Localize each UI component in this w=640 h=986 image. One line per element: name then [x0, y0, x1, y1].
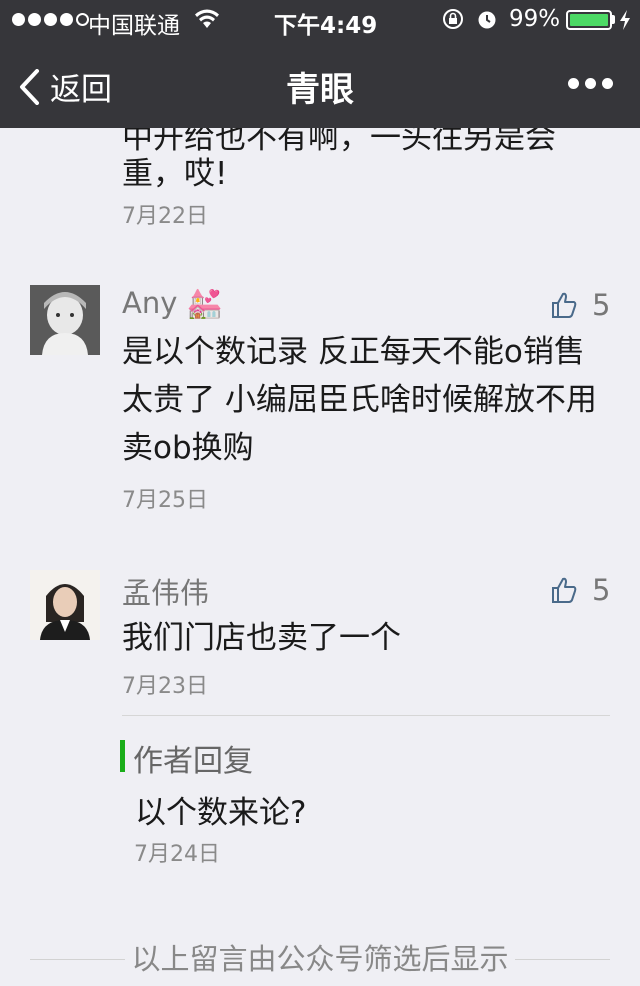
battery-tip	[612, 15, 615, 24]
previous-comment-text: 重，哎!	[122, 156, 228, 192]
more-dot-icon	[568, 78, 579, 89]
comments-list[interactable]: 中开给也不有啊，一头往另是会 重，哎! 7月22日 Any 💒 5 是以个数记录…	[0, 128, 640, 986]
rotation-lock-icon	[443, 9, 463, 29]
charging-icon	[620, 10, 630, 30]
comment-text: 是以个数记录 反正每天不能o销售 太贵了 小编屈臣氏啥时候解放不用卖ob换购	[122, 334, 597, 466]
like-count: 5	[592, 288, 611, 322]
like-button[interactable]: 5	[550, 288, 610, 322]
battery-level	[570, 14, 608, 26]
previous-comment-date: 7月22日	[122, 204, 208, 229]
comment-date: 7月23日	[122, 674, 208, 699]
author-reply-date: 7月24日	[134, 842, 220, 867]
page-title: 青眼	[286, 70, 354, 110]
footer-note: 以上留言由公众号筛选后显示	[0, 936, 640, 978]
comment-author-name: Any 💒	[122, 286, 223, 320]
more-dot-icon	[602, 78, 613, 89]
avatar[interactable]	[30, 285, 100, 355]
like-count: 5	[592, 573, 611, 607]
comment-date: 7月25日	[122, 488, 208, 513]
more-options-button[interactable]	[568, 78, 613, 89]
wifi-icon	[195, 9, 219, 28]
thumbs-up-icon	[552, 292, 577, 318]
top-bar: 中国联通 下午4:49 99% 返回 青眼	[0, 0, 640, 128]
footer-note-text: 以上留言由公众号筛选后显示	[125, 942, 515, 976]
clock-time: 下午4:49	[274, 13, 378, 39]
like-button[interactable]: 5	[550, 573, 610, 607]
battery-icon	[566, 10, 612, 30]
comment-author-name: 孟伟伟	[122, 576, 210, 610]
battery-percent: 99%	[509, 6, 561, 32]
signal-strength-icon	[12, 13, 89, 26]
status-bar: 中国联通 下午4:49 99%	[0, 0, 640, 40]
alarm-icon	[478, 11, 496, 29]
user-avatar-image	[30, 570, 100, 640]
thumbs-up-icon	[552, 577, 577, 603]
reply-accent-bar	[120, 740, 125, 772]
comment-text: 我们门店也卖了一个	[122, 620, 401, 656]
reply-divider	[122, 715, 610, 716]
user-avatar-image	[30, 285, 100, 355]
more-dot-icon	[585, 78, 596, 89]
author-reply-text: 以个数来论?	[135, 795, 307, 831]
carrier-name: 中国联通	[88, 13, 180, 39]
avatar[interactable]	[30, 570, 100, 640]
author-reply-title: 作者回复	[133, 744, 253, 779]
navigation-bar: 返回 青眼	[0, 40, 640, 128]
